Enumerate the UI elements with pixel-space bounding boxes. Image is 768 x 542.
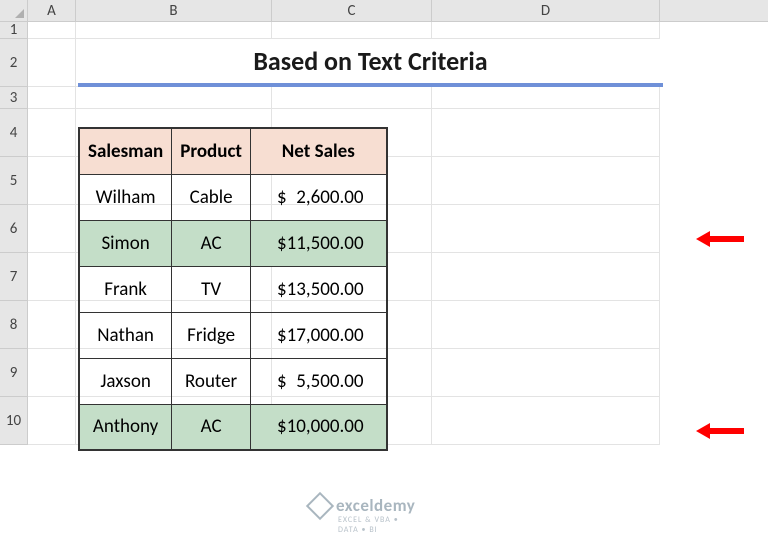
currency-symbol: $ [277,324,287,347]
col-header-B[interactable]: B [76,0,272,21]
header-netsales[interactable]: Net Sales [250,128,386,174]
cell-bg[interactable] [272,87,432,109]
row-header-5[interactable]: 5 [0,157,28,205]
title-text: Based on Text Criteria [253,45,487,77]
table-header-row: Salesman Product Net Sales [79,128,387,174]
amount: 2,600.00 [296,186,363,209]
row-header-6[interactable]: 6 [0,205,28,253]
cell-bg[interactable] [432,253,660,301]
row-header-9[interactable]: 9 [0,349,28,397]
cell-netsales[interactable]: $10,000.00 [250,404,386,450]
cell-bg[interactable] [432,205,660,253]
row-header-3[interactable]: 3 [0,87,28,109]
amount: 5,500.00 [296,370,363,393]
cell-salesman[interactable]: Jaxson [79,358,172,404]
currency-symbol: $ [277,278,287,301]
currency-symbol: $ [277,232,287,255]
cell-product[interactable]: TV [172,266,251,312]
cell-product[interactable]: AC [172,220,251,266]
row-header-4[interactable]: 4 [0,109,28,157]
table-row: SimonAC$11,500.00 [79,220,387,266]
cell-bg[interactable] [272,22,432,39]
table-row: WilhamCable$2,600.00 [79,174,387,220]
amount: 10,000.00 [287,415,364,438]
table-row: NathanFridge$17,000.00 [79,312,387,358]
cell-bg[interactable] [432,397,660,445]
header-salesman[interactable]: Salesman [79,128,172,174]
watermark-sub: EXCEL & VBA • DATA • BI [338,515,415,535]
cell-netsales[interactable]: $13,500.00 [250,266,386,312]
arrow-icon [696,231,744,247]
col-header-D[interactable]: D [432,0,660,21]
col-header-C[interactable]: C [272,0,432,21]
row-header-1[interactable]: 1 [0,22,28,39]
cell-bg[interactable] [432,22,660,39]
cell-netsales[interactable]: $2,600.00 [250,174,386,220]
cell-bg[interactable] [76,22,272,39]
row-header-7[interactable]: 7 [0,253,28,301]
cell-salesman[interactable]: Frank [79,266,172,312]
currency-symbol: $ [277,186,287,209]
spreadsheet: A B C D 12345678910 Based on Text Criter… [0,0,768,542]
cell-product[interactable]: AC [172,404,251,450]
watermark: exceldemy EXCEL & VBA • DATA • BI [310,495,415,516]
watermark-text: exceldemy [336,495,415,516]
amount: 11,500.00 [287,232,364,255]
cell-bg[interactable] [28,39,76,87]
col-header-A[interactable]: A [28,0,76,21]
amount: 13,500.00 [287,278,364,301]
cell-bg[interactable] [28,397,76,445]
cell-bg[interactable] [432,301,660,349]
data-table: Salesman Product Net Sales WilhamCable$2… [78,127,388,451]
row-header-10[interactable]: 10 [0,397,28,445]
amount: 17,000.00 [287,324,364,347]
cell-bg[interactable] [28,349,76,397]
cell-bg[interactable] [28,87,76,109]
cell-bg[interactable] [432,157,660,205]
cell-salesman[interactable]: Anthony [79,404,172,450]
cell-bg[interactable] [432,87,660,109]
cell-product[interactable]: Fridge [172,312,251,358]
cell-salesman[interactable]: Nathan [79,312,172,358]
cell-bg[interactable] [432,349,660,397]
table-row: AnthonyAC$10,000.00 [79,404,387,450]
cell-bg[interactable] [28,253,76,301]
logo-icon [306,491,334,519]
cell-product[interactable]: Router [172,358,251,404]
arrow-icon [696,423,744,439]
cell-netsales[interactable]: $11,500.00 [250,220,386,266]
header-product[interactable]: Product [172,128,251,174]
column-headers-row: A B C D [0,0,768,22]
cell-salesman[interactable]: Simon [79,220,172,266]
cell-bg[interactable] [76,87,272,109]
currency-symbol: $ [277,370,287,393]
row-header-8[interactable]: 8 [0,301,28,349]
row-header-2[interactable]: 2 [0,39,28,87]
table-row: JaxsonRouter$5,500.00 [79,358,387,404]
row-headers-col: 12345678910 [0,22,28,445]
cell-product[interactable]: Cable [172,174,251,220]
table-row: FrankTV$13,500.00 [79,266,387,312]
cell-salesman[interactable]: Wilham [79,174,172,220]
currency-symbol: $ [277,415,287,438]
select-all-corner[interactable] [0,0,28,22]
cell-bg[interactable] [432,109,660,157]
cell-netsales[interactable]: $17,000.00 [250,312,386,358]
page-title: Based on Text Criteria [78,39,663,87]
cell-bg[interactable] [28,22,76,39]
cell-bg[interactable] [28,205,76,253]
cell-netsales[interactable]: $5,500.00 [250,358,386,404]
cell-bg[interactable] [28,157,76,205]
cell-bg[interactable] [28,109,76,157]
cell-bg[interactable] [28,301,76,349]
